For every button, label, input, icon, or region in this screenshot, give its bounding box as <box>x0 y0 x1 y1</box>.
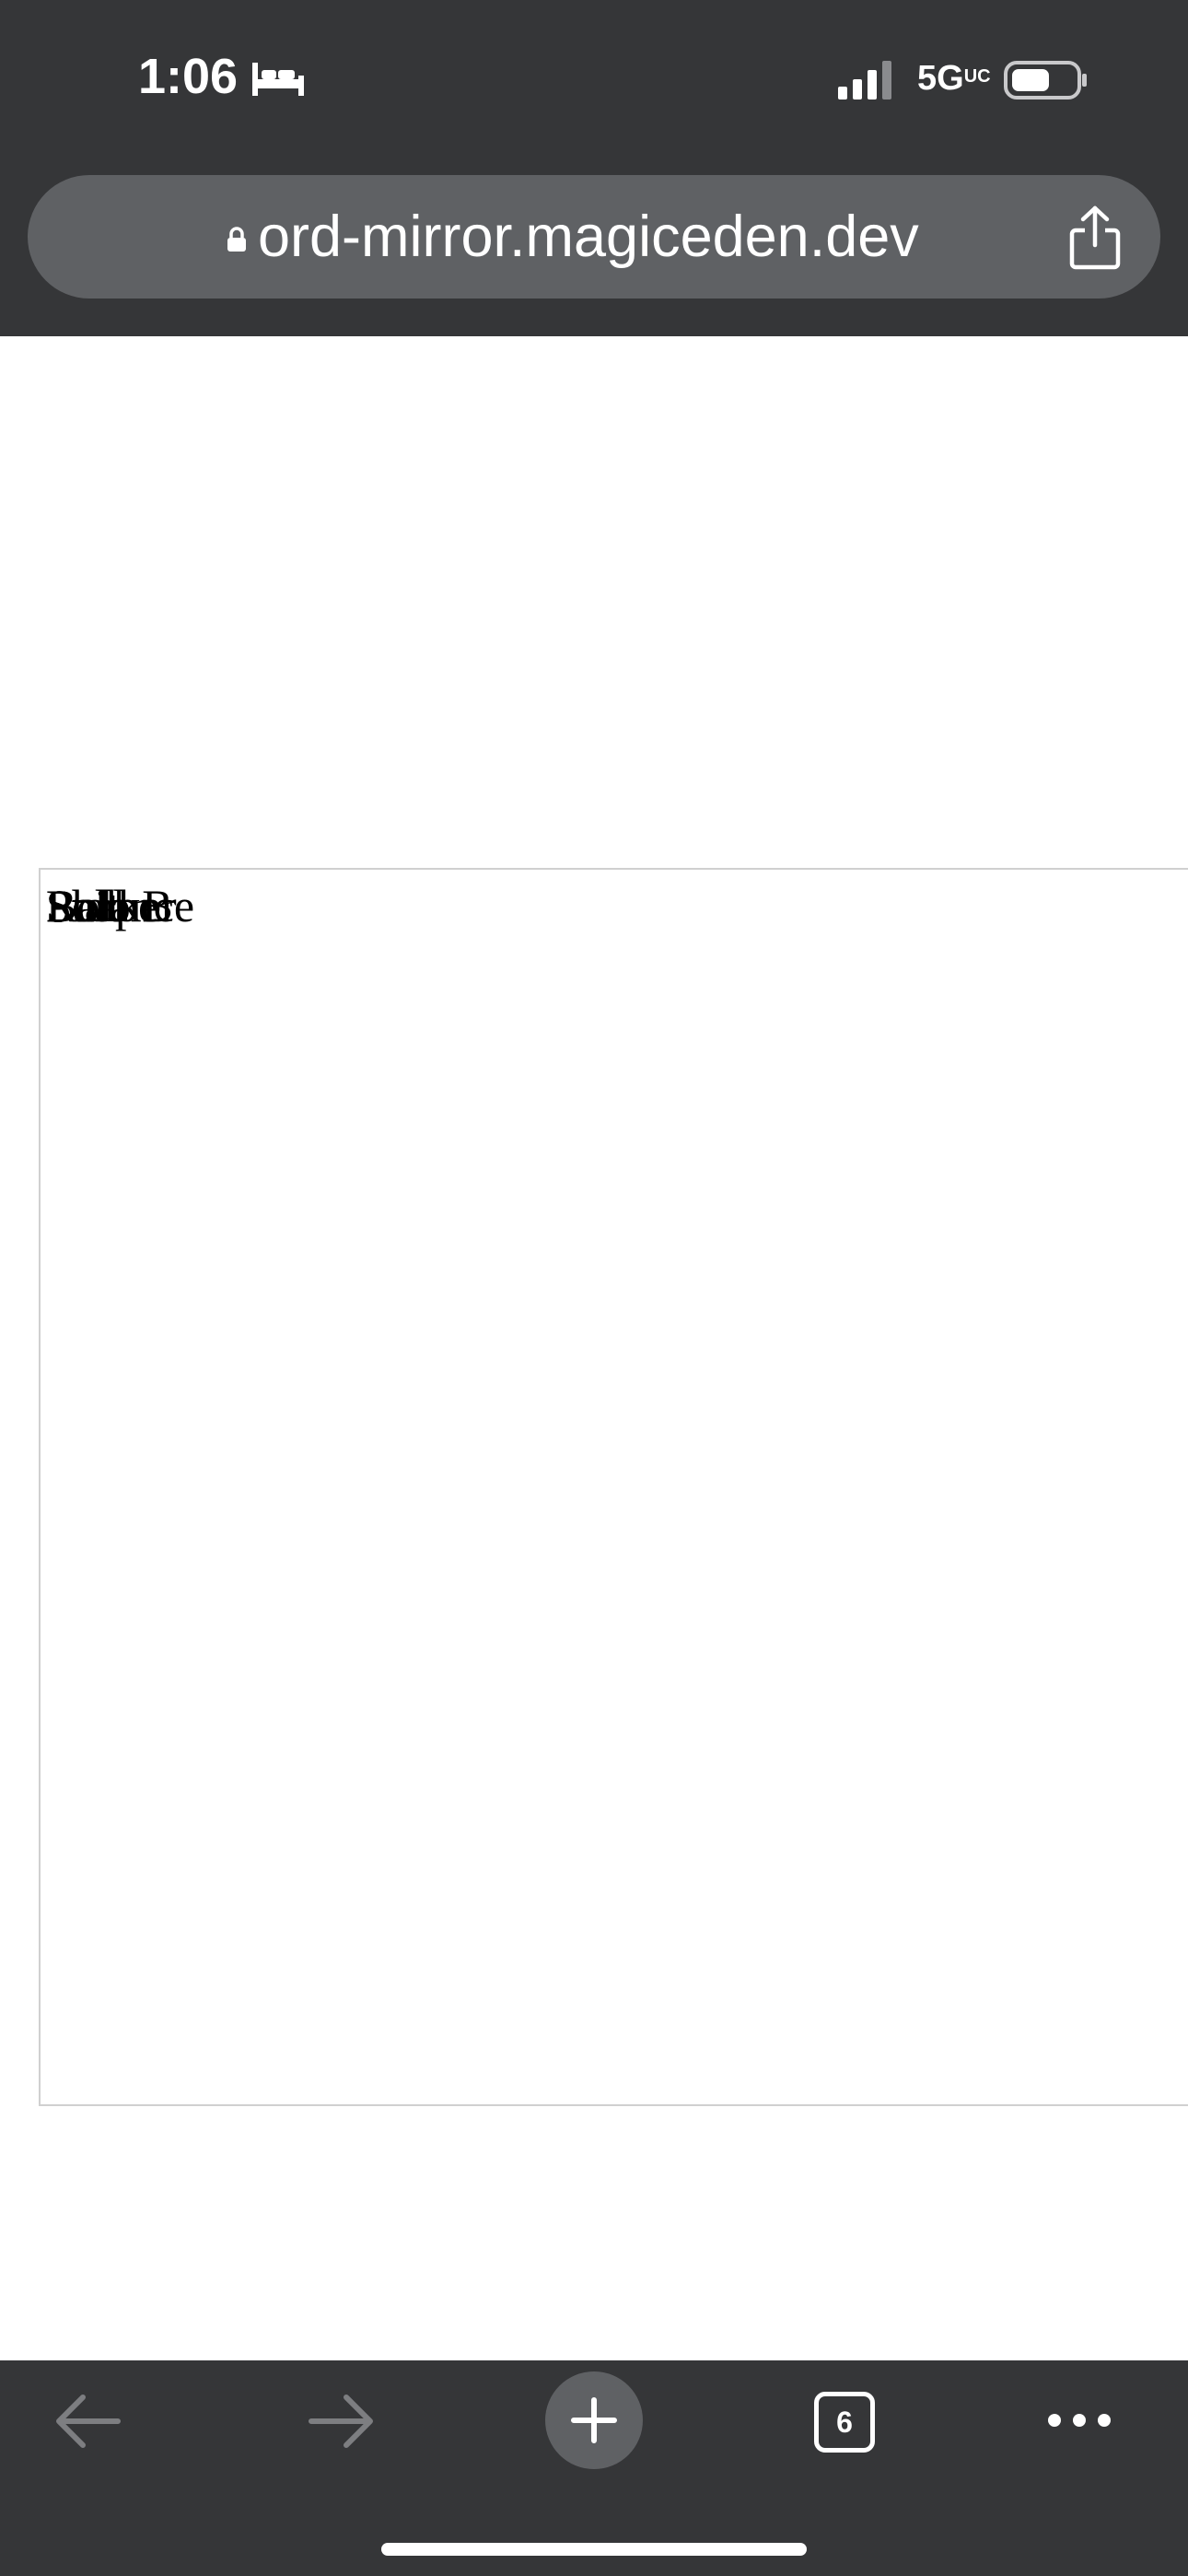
battery-icon <box>1004 61 1087 100</box>
plus-icon <box>571 2397 617 2443</box>
back-arrow-icon[interactable] <box>53 2392 122 2451</box>
trait-label: Suit <box>46 880 121 931</box>
tabs-button[interactable]: 6 <box>814 2392 875 2453</box>
lock-icon <box>227 227 246 252</box>
cellular-signal-icon <box>838 61 891 100</box>
status-time: 1:06 <box>138 49 239 104</box>
network-type-label: 5GUC <box>917 59 991 98</box>
url-text[interactable]: ord-mirror.magiceden.dev <box>258 205 919 269</box>
content-frame: Stalker Balance Shape Roll Polo B Suit <box>39 868 1188 2106</box>
forward-arrow-icon[interactable] <box>308 2392 376 2451</box>
more-menu-icon[interactable] <box>1046 2410 1112 2430</box>
share-icon[interactable] <box>1066 205 1124 271</box>
sleep-bed-icon <box>252 63 304 96</box>
home-indicator <box>381 2543 807 2556</box>
